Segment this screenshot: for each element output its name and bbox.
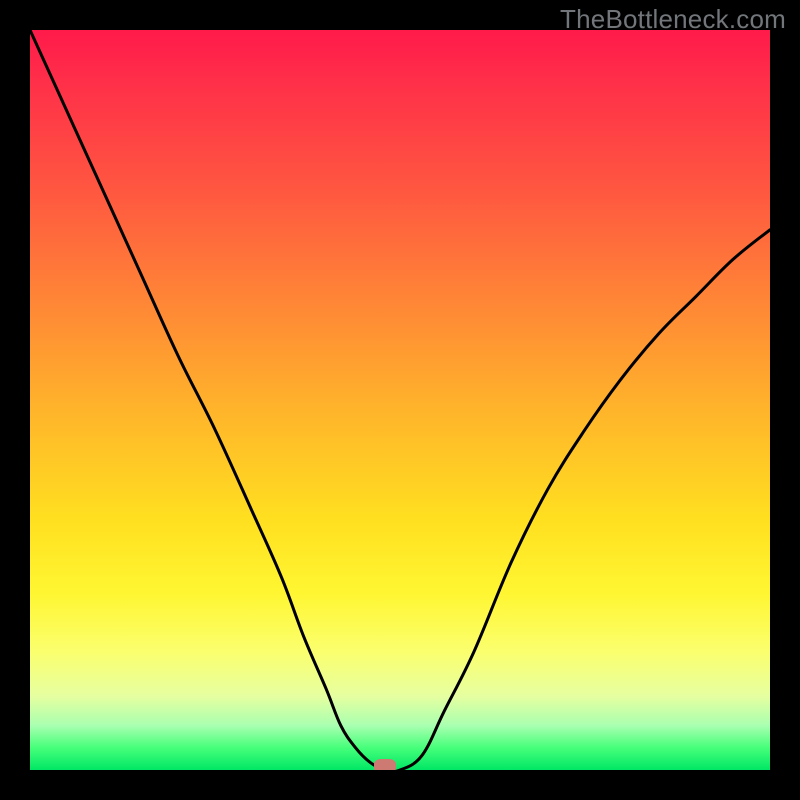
chart-frame: TheBottleneck.com <box>0 0 800 800</box>
watermark-text: TheBottleneck.com <box>560 4 786 35</box>
plot-area <box>30 30 770 770</box>
bottleneck-curve <box>30 30 770 770</box>
optimum-marker-icon <box>374 759 396 770</box>
curve-svg <box>30 30 770 770</box>
